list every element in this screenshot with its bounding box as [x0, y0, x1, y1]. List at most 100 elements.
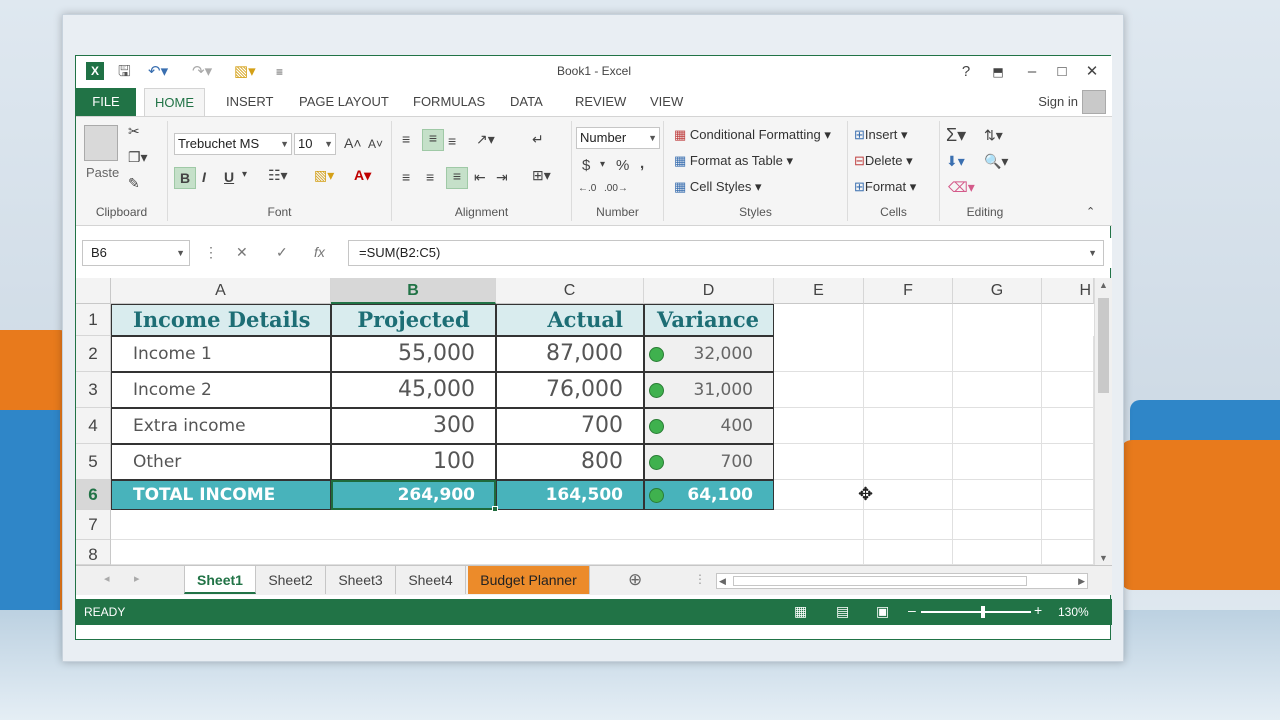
tab-view[interactable]: VIEW [640, 88, 693, 116]
sheet-tab-budget-planner[interactable]: Budget Planner [468, 566, 590, 594]
percent-button[interactable]: % [616, 157, 629, 174]
sheet-prev-icon[interactable]: ◂ [104, 572, 110, 585]
zoom-in-button[interactable]: + [1034, 602, 1042, 618]
increase-indent-icon[interactable]: ⇥ [496, 169, 508, 186]
add-sheet-icon[interactable]: ⊕ [628, 570, 642, 590]
row-2-empty-area[interactable] [774, 336, 1094, 372]
decrease-indent-icon[interactable]: ⇤ [474, 169, 486, 186]
sheet-next-icon[interactable]: ▸ [134, 572, 140, 585]
help-icon[interactable]: ? [956, 62, 976, 82]
cell-a1[interactable]: Income Details [111, 304, 331, 336]
zoom-out-button[interactable]: – [908, 602, 916, 618]
borders-icon[interactable]: ☷▾ [268, 167, 288, 184]
currency-button[interactable]: $ [582, 157, 590, 174]
horizontal-scrollbar[interactable]: ◀ ▶ [716, 573, 1088, 589]
row-header-5[interactable]: 5 [76, 444, 111, 480]
italic-button[interactable]: I [202, 169, 206, 185]
col-header-e[interactable]: E [774, 278, 864, 304]
col-header-a[interactable]: A [111, 278, 331, 304]
minimize-icon[interactable]: – [1022, 62, 1042, 82]
horizontal-scroll-thumb[interactable] [733, 576, 1027, 586]
row-8-area[interactable] [111, 540, 1094, 565]
cut-icon[interactable]: ✂ [128, 123, 140, 140]
maximize-icon[interactable]: □ [1052, 62, 1072, 82]
tab-file[interactable]: FILE [76, 88, 136, 116]
row-header-3[interactable]: 3 [76, 372, 111, 408]
row-header-1[interactable]: 1 [76, 304, 111, 336]
zoom-slider[interactable] [921, 611, 1031, 613]
cell-d5[interactable]: 700 [644, 444, 774, 480]
row-7-area[interactable] [111, 510, 1094, 540]
scroll-right-icon[interactable]: ▶ [1078, 574, 1085, 588]
zoom-level[interactable]: 130% [1058, 605, 1089, 619]
wrap-text-icon[interactable]: ↵ [532, 131, 544, 148]
name-box[interactable]: B6 ▼ [82, 240, 190, 266]
cell-b5[interactable]: 100 [331, 444, 496, 480]
sheet-tab-sheet2[interactable]: Sheet2 [256, 566, 326, 594]
vertical-scrollbar[interactable]: ▲ ▼ [1094, 278, 1112, 565]
row-4-empty-area[interactable] [774, 408, 1094, 444]
sheet-tab-sheet3[interactable]: Sheet3 [326, 566, 396, 594]
cell-b4[interactable]: 300 [331, 408, 496, 444]
cell-a6[interactable]: TOTAL INCOME [111, 480, 331, 510]
align-top-icon[interactable]: ≡ [402, 131, 410, 147]
grow-font-icon[interactable]: A˄ [344, 135, 362, 151]
row-5-empty-area[interactable] [774, 444, 1094, 480]
align-right-icon[interactable]: ≡ [446, 167, 468, 189]
row-header-4[interactable]: 4 [76, 408, 111, 444]
autosum-icon[interactable]: Σ▾ [946, 125, 966, 146]
tab-data[interactable]: DATA [500, 88, 553, 116]
tab-review[interactable]: REVIEW [565, 88, 636, 116]
col-header-h[interactable]: H [1042, 278, 1094, 304]
underline-button[interactable]: U [224, 169, 234, 185]
sheet-tab-sheet4[interactable]: Sheet4 [396, 566, 466, 594]
cell-b3[interactable]: 45,000 [331, 372, 496, 408]
enter-icon[interactable]: ✓ [276, 244, 288, 261]
row-header-7[interactable]: 7 [76, 510, 111, 540]
insert-cells-button[interactable]: ⊞Insert ▾ [854, 127, 908, 143]
fill-handle[interactable] [492, 506, 498, 512]
scroll-left-icon[interactable]: ◀ [719, 574, 726, 588]
increase-decimal-icon[interactable]: ←.0 [578, 183, 596, 194]
align-left-icon[interactable]: ≡ [402, 169, 410, 185]
close-icon[interactable]: ✕ [1082, 62, 1102, 82]
col-header-f[interactable]: F [864, 278, 953, 304]
copy-icon[interactable]: ❐▾ [128, 149, 148, 166]
chevron-down-icon[interactable]: ▾ [600, 159, 605, 170]
format-cells-button[interactable]: ⊞Format ▾ [854, 179, 916, 195]
format-painter-icon[interactable]: ✎ [128, 175, 140, 192]
bold-button[interactable]: B [174, 167, 196, 189]
format-as-table-button[interactable]: ▦ Format as Table ▾ [674, 153, 793, 169]
clear-icon[interactable]: ⌫▾ [948, 179, 975, 196]
tab-split-handle-icon[interactable]: ⋮ [694, 572, 706, 586]
merge-center-icon[interactable]: ⊞▾ [532, 167, 551, 184]
col-header-b[interactable]: B [331, 278, 496, 304]
col-header-d[interactable]: D [644, 278, 774, 304]
row-6-empty-area[interactable] [774, 480, 1094, 510]
cell-d4[interactable]: 400 [644, 408, 774, 444]
row-header-2[interactable]: 2 [76, 336, 111, 372]
cell-a5[interactable]: Other [111, 444, 331, 480]
font-name-select[interactable]: Trebuchet MS ▼ [174, 133, 292, 155]
cell-c3[interactable]: 76,000 [496, 372, 644, 408]
cell-c4[interactable]: 700 [496, 408, 644, 444]
tab-insert[interactable]: INSERT [216, 88, 283, 116]
align-center-icon[interactable]: ≡ [426, 169, 434, 185]
fill-color-icon[interactable]: ▧▾ [314, 167, 334, 184]
shrink-font-icon[interactable]: A˅ [368, 137, 383, 151]
delete-cells-button[interactable]: ⊟Delete ▾ [854, 153, 913, 169]
tab-formulas[interactable]: FORMULAS [403, 88, 495, 116]
comma-button[interactable]: , [640, 155, 644, 172]
avatar[interactable] [1082, 90, 1106, 114]
cell-c5[interactable]: 800 [496, 444, 644, 480]
cell-d2[interactable]: 32,000 [644, 336, 774, 372]
normal-view-icon[interactable]: ▦ [794, 603, 807, 620]
cell-a4[interactable]: Extra income [111, 408, 331, 444]
align-middle-icon[interactable]: ≡ [422, 129, 444, 151]
number-format-select[interactable]: Number ▼ [576, 127, 660, 149]
cell-a3[interactable]: Income 2 [111, 372, 331, 408]
fill-icon[interactable]: ⬇▾ [946, 153, 965, 170]
orientation-icon[interactable]: ↗▾ [476, 131, 495, 148]
font-color-icon[interactable]: A▾ [354, 167, 371, 184]
formula-input[interactable]: =SUM(B2:C5) ▼ [348, 240, 1104, 266]
